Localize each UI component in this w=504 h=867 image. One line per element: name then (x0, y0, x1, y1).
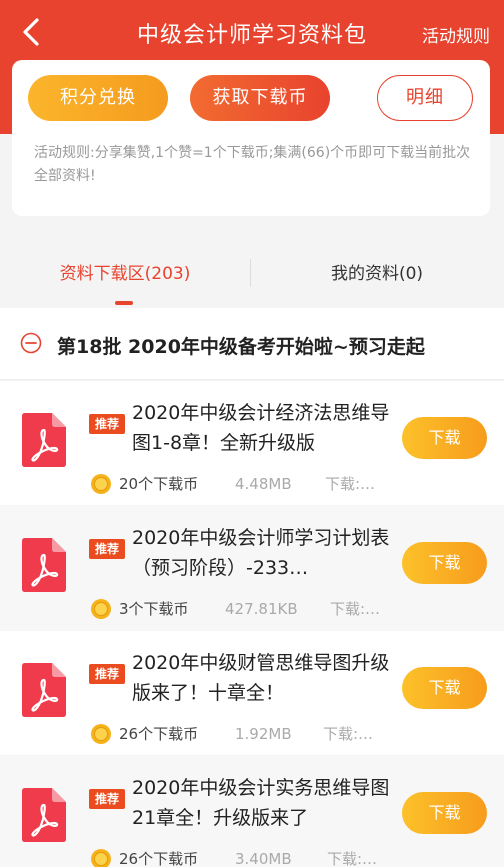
activity-card: 积分兑换 获取下载币 明细 活动规则:分享集赞,1个赞=1个下载币;集满(66)… (12, 60, 490, 216)
tab-my-materials[interactable]: 我的资料(0) (252, 236, 502, 308)
activity-rules-text: 活动规则:分享集赞,1个赞=1个下载币;集满(66)个币即可下载当前批次全部资料… (34, 145, 471, 184)
download-count: 下载:… (325, 475, 376, 493)
coin-cost: 20个下载币 (119, 475, 199, 493)
download-button[interactable]: 下载 (402, 417, 487, 459)
collapse-minus-icon[interactable] (20, 332, 42, 354)
item-meta: 26个下载币 1.92MB 下载:… (90, 722, 390, 746)
download-button[interactable]: 下载 (402, 792, 487, 834)
item-title[interactable]: 2020年中级会计经济法思维导图1-8章！全新升级版 (132, 398, 392, 458)
get-coins-button[interactable]: 获取下载币 (190, 75, 330, 121)
list-item[interactable]: 推荐 2020年中级财管思维导图升级版来了！十章全！ 26个下载币 1.92MB… (0, 631, 504, 755)
file-size: 3.40MB (235, 850, 292, 867)
file-size: 1.92MB (235, 725, 292, 743)
item-title[interactable]: 2020年中级会计师学习计划表（预习阶段）-233… (132, 523, 392, 583)
recommend-badge: 推荐 (89, 789, 125, 809)
recommend-badge: 推荐 (89, 664, 125, 684)
coin-icon (91, 724, 111, 744)
download-button[interactable]: 下载 (402, 667, 487, 709)
file-size: 427.81KB (225, 600, 298, 618)
pdf-file-icon (22, 538, 66, 592)
coin-icon (91, 849, 111, 867)
file-size: 4.48MB (235, 475, 292, 493)
download-count: 下载:… (323, 725, 374, 743)
tab-divider (250, 259, 251, 287)
pdf-file-icon (22, 663, 66, 717)
coin-cost: 26个下载币 (119, 725, 199, 743)
coin-cost: 26个下载币 (119, 850, 199, 867)
detail-button[interactable]: 明细 (377, 75, 473, 121)
download-button[interactable]: 下载 (402, 542, 487, 584)
points-exchange-button[interactable]: 积分兑换 (28, 75, 168, 121)
item-title[interactable]: 2020年中级会计实务思维导图21章全！升级版来了 (132, 773, 392, 833)
coin-icon (91, 474, 111, 494)
tab-bar: 资料下载区(203) 我的资料(0) (0, 236, 504, 308)
list-item[interactable]: 推荐 2020年中级会计经济法思维导图1-8章！全新升级版 20个下载币 4.4… (0, 381, 504, 505)
download-count: 下载:… (330, 600, 381, 618)
coin-icon (91, 599, 111, 619)
pdf-file-icon (22, 788, 66, 842)
download-count: 下载:… (327, 850, 378, 867)
item-meta: 26个下载币 3.40MB 下载:… (90, 847, 390, 867)
list-item[interactable]: 推荐 2020年中级会计师学习计划表（预习阶段）-233… 3个下载币 427.… (0, 506, 504, 630)
pdf-file-icon (22, 413, 66, 467)
item-title[interactable]: 2020年中级财管思维导图升级版来了！十章全！ (132, 648, 392, 708)
activity-rules-link[interactable]: 活动规则 (422, 22, 490, 47)
batch-section-header[interactable]: 第18批 2020年中级备考开始啦~预习走起 (0, 308, 504, 380)
recommend-badge: 推荐 (89, 414, 125, 434)
tab-download-area[interactable]: 资料下载区(203) (0, 236, 250, 308)
coin-cost: 3个下载币 (119, 600, 189, 618)
list-item[interactable]: 推荐 2020年中级会计实务思维导图21章全！升级版来了 26个下载币 3.40… (0, 756, 504, 867)
active-tab-indicator (115, 301, 133, 305)
recommend-badge: 推荐 (89, 539, 125, 559)
app-header: 中级会计师学习资料包 活动规则 (0, 0, 504, 64)
batch-title: 第18批 2020年中级备考开始啦~预习走起 (57, 336, 425, 358)
item-meta: 20个下载币 4.48MB 下载:… (90, 472, 390, 496)
item-meta: 3个下载币 427.81KB 下载:… (90, 597, 390, 621)
